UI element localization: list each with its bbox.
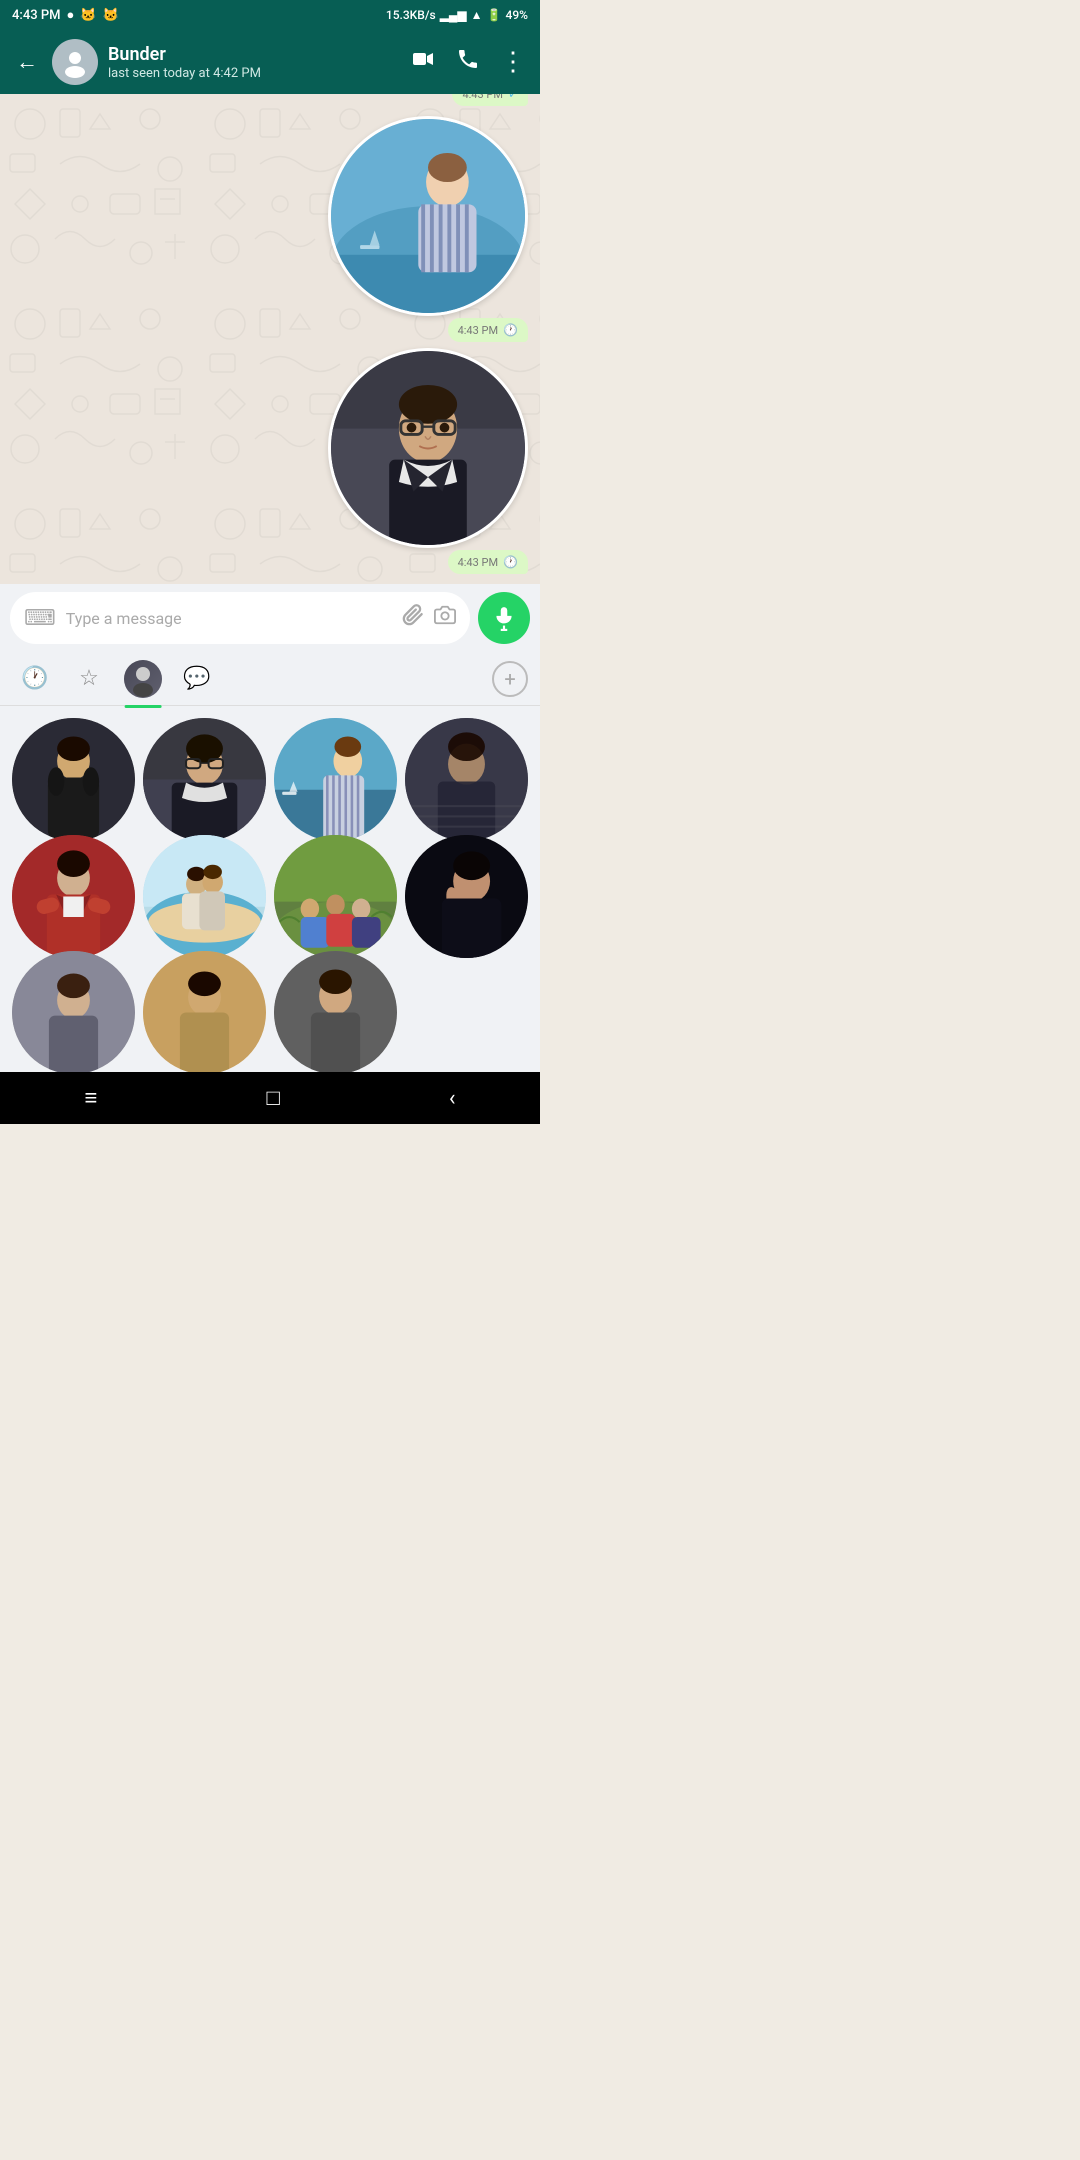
message-time-bubble: 4:43 PM ✓ [452, 94, 528, 106]
add-icon: + [504, 667, 515, 691]
sticker-grid [0, 706, 540, 1072]
status-bar: 4:43 PM ● 🐱 🐱 15.3KB/s ▂▄▆ ▲ 🔋 49% [0, 0, 540, 30]
mic-button[interactable] [478, 592, 530, 644]
sticker-item[interactable] [143, 951, 266, 1072]
camera-icon[interactable] [434, 604, 456, 632]
message-tick-clock: 🕐 [503, 323, 518, 337]
message-tick: ✓ [508, 94, 518, 101]
message-tick-clock-3: 🕐 [503, 555, 518, 569]
sticker-item[interactable] [405, 718, 528, 841]
contact-info[interactable]: Bunder last seen today at 4:42 PM [108, 44, 402, 81]
message-input-bar: ⌨ Type a message [0, 584, 540, 652]
battery-percent: 49% [506, 8, 528, 22]
message-input-container[interactable]: ⌨ Type a message [10, 592, 470, 644]
stickers-icon: 💬 [183, 666, 210, 691]
keyboard-icon[interactable]: ⌨ [24, 606, 56, 631]
message-timestamp-3: 4:43 PM [458, 556, 498, 569]
message-sticker-1: 4:43 PM 🕐 [328, 116, 528, 342]
sticker-picker: 🕐 ☆ 💬 + [0, 652, 540, 1072]
sticker-tab-favorites[interactable]: ☆ [66, 656, 112, 702]
wifi-icon: ▲ [471, 8, 483, 22]
sticker-image [328, 116, 528, 316]
notification-icon1: 🐱 [80, 8, 96, 23]
message-timestamp: 4:43 PM [458, 324, 498, 337]
battery-icon: 🔋 [487, 8, 502, 22]
sticker-item[interactable] [12, 718, 135, 841]
menu-button[interactable]: ≡ [85, 1085, 98, 1111]
sticker-item[interactable] [274, 835, 397, 958]
contact-status: last seen today at 4:42 PM [108, 66, 402, 81]
sticker-item[interactable] [274, 718, 397, 841]
message-item: 4:43 PM ✓ [452, 94, 528, 106]
sticker-item[interactable] [405, 835, 528, 958]
header-icons: ⋮ [412, 47, 528, 77]
status-bar-left: 4:43 PM ● 🐱 🐱 [12, 7, 119, 23]
attach-icon[interactable] [402, 604, 424, 632]
chat-area: 4:43 PM ✓ [0, 94, 540, 584]
message-sticker-2: 4:43 PM 🕐 [328, 348, 528, 574]
custom-sticker-thumbnail [124, 660, 162, 698]
message-timestamp: 4:43 PM [462, 94, 502, 101]
message-time-bubble: 4:43 PM 🕐 [448, 318, 528, 342]
recent-icon: 🕐 [21, 666, 48, 691]
add-sticker-pack-button[interactable]: + [492, 661, 528, 697]
sticker-tab-custom[interactable] [120, 656, 166, 702]
status-time: 4:43 PM [12, 8, 61, 23]
video-call-button[interactable] [412, 47, 436, 77]
sticker-item[interactable] [143, 835, 266, 958]
chat-header: ← Bunder last seen today at 4:42 PM ⋮ [0, 30, 540, 94]
contact-avatar[interactable] [52, 39, 98, 85]
message-time-bubble-3: 4:43 PM 🕐 [448, 550, 528, 574]
status-bar-right: 15.3KB/s ▂▄▆ ▲ 🔋 49% [386, 8, 528, 22]
home-button[interactable]: □ [266, 1085, 279, 1111]
voice-call-button[interactable] [456, 47, 480, 77]
bottom-navigation: ≡ □ ‹ [0, 1072, 540, 1124]
more-options-button[interactable]: ⋮ [500, 47, 528, 77]
message-input[interactable]: Type a message [66, 609, 392, 628]
sticker-tab-recent[interactable]: 🕐 [12, 656, 58, 702]
sticker-image-2 [328, 348, 528, 548]
sticker-tabs: 🕐 ☆ 💬 + [0, 652, 540, 706]
network-speed: 15.3KB/s [386, 8, 436, 22]
sticker-item[interactable] [12, 835, 135, 958]
sticker-item[interactable] [143, 718, 266, 841]
favorites-icon: ☆ [79, 666, 99, 691]
whatsapp-icon: ● [67, 7, 75, 23]
chat-messages: 4:43 PM ✓ [0, 94, 540, 584]
contact-name: Bunder [108, 44, 402, 65]
notification-icon2: 🐱 [103, 8, 119, 23]
sticker-item[interactable] [274, 951, 397, 1072]
signal-icon: ▂▄▆ [440, 8, 467, 22]
back-button[interactable]: ← [12, 45, 42, 79]
sticker-tab-stickers[interactable]: 💬 [174, 656, 220, 702]
sticker-item[interactable] [12, 951, 135, 1072]
back-button-nav[interactable]: ‹ [449, 1086, 456, 1111]
